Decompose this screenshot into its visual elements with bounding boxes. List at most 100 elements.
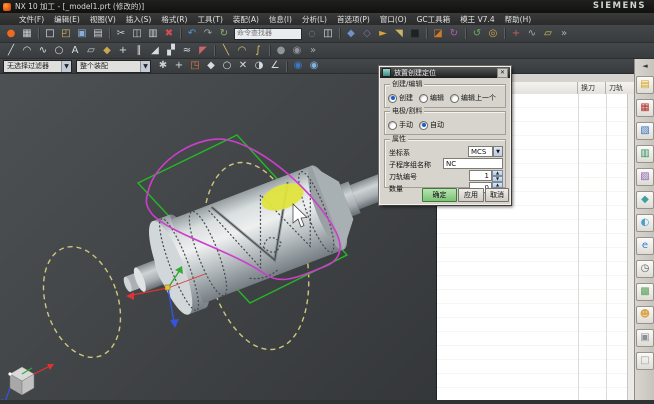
radio-auto[interactable]: 自动 bbox=[419, 120, 444, 130]
snap-midpoint-icon[interactable]: ◆ bbox=[203, 59, 219, 73]
part-model-cam-drum[interactable] bbox=[107, 132, 421, 332]
paste-icon[interactable]: ▥ bbox=[145, 27, 161, 41]
measure-icon[interactable]: ▱ bbox=[540, 27, 556, 41]
machine-tool-view-icon[interactable]: ▨ bbox=[636, 168, 654, 186]
layer-settings-icon[interactable]: ◥ bbox=[391, 27, 407, 41]
resource-bar-pin-icon[interactable]: ◄ bbox=[642, 59, 647, 73]
redo-icon[interactable]: ↷ bbox=[200, 27, 216, 41]
point-tool-icon[interactable]: + bbox=[115, 44, 131, 58]
display-mode-icon[interactable]: ■ bbox=[407, 27, 423, 41]
move-object-icon[interactable]: ◪ bbox=[430, 27, 446, 41]
subprogram-name-input[interactable]: NC bbox=[443, 158, 503, 169]
tool-axis-icon[interactable]: + bbox=[508, 27, 524, 41]
new-file-icon[interactable]: □ bbox=[42, 27, 58, 41]
snap-point-icon[interactable]: + bbox=[171, 59, 187, 73]
constraint-navigator-icon[interactable]: ▦ bbox=[636, 99, 654, 117]
column-toolpath[interactable]: 刀轨 bbox=[606, 82, 633, 94]
wcs-dynamics-icon[interactable]: ◉ bbox=[290, 59, 306, 73]
selection-filter-combo[interactable]: 无选择过滤器 ▼ bbox=[3, 60, 72, 73]
orient-view-icon[interactable]: ► bbox=[375, 27, 391, 41]
assembly-navigator-icon[interactable]: ▤ bbox=[636, 76, 654, 94]
process-studio-icon[interactable]: ▩ bbox=[636, 283, 654, 301]
menu-item[interactable]: 分析(L) bbox=[297, 14, 332, 25]
offset-curve-icon[interactable]: ∥ bbox=[131, 44, 147, 58]
nx-logo-icon[interactable]: ● bbox=[3, 27, 19, 41]
menu-item[interactable]: 格式(R) bbox=[156, 14, 192, 25]
hd3d-tools-icon[interactable]: ◐ bbox=[636, 214, 654, 232]
snap-center-icon[interactable]: ○ bbox=[219, 59, 235, 73]
print-icon[interactable]: ▤ bbox=[90, 27, 106, 41]
circle-tool-icon[interactable]: ○ bbox=[51, 44, 67, 58]
coord-dropdown-arrow-icon[interactable]: ▼ bbox=[493, 146, 503, 157]
copy-icon[interactable]: ◫ bbox=[129, 27, 145, 41]
assembly-view-icon[interactable]: ◇ bbox=[359, 27, 375, 41]
chevron-down-icon[interactable]: ▼ bbox=[61, 61, 71, 72]
tracknum-spinner[interactable]: ▲ ▼ bbox=[492, 170, 503, 181]
operation-navigator-icon[interactable]: ▥ bbox=[636, 145, 654, 163]
ok-button[interactable]: 确定 bbox=[422, 188, 457, 202]
radio-create[interactable]: 创建 bbox=[388, 93, 413, 103]
cut-icon[interactable]: ✂ bbox=[113, 27, 129, 41]
menu-item[interactable]: 编辑(E) bbox=[49, 14, 85, 25]
tracknum-input[interactable]: 1 bbox=[469, 170, 492, 181]
delete-icon[interactable]: ✖ bbox=[161, 27, 177, 41]
reuse-library-icon[interactable]: ◆ bbox=[636, 191, 654, 209]
menu-item[interactable]: 装配(A) bbox=[228, 14, 264, 25]
system-materials-icon[interactable]: ▣ bbox=[636, 329, 654, 347]
selection-scope-combo[interactable]: 整个装配 ▼ bbox=[76, 60, 151, 73]
spline-tool-icon[interactable]: ∿ bbox=[35, 44, 51, 58]
history-icon[interactable]: ◷ bbox=[636, 260, 654, 278]
sketch-arc-icon[interactable]: ◠ bbox=[234, 44, 250, 58]
overflow-chevron-icon[interactable]: » bbox=[305, 44, 321, 58]
simulate-path-icon[interactable]: ∿ bbox=[524, 27, 540, 41]
snap-quadrant-icon[interactable]: ◑ bbox=[251, 59, 267, 73]
snap-settings-icon[interactable]: ✱ bbox=[155, 59, 171, 73]
radio-edit-previous[interactable]: 编辑上一个 bbox=[450, 93, 496, 103]
apply-button[interactable]: 应用 bbox=[458, 188, 484, 202]
web-browser-icon[interactable]: e bbox=[636, 237, 654, 255]
repeat-command-icon[interactable]: ↻ bbox=[216, 27, 232, 41]
sphere-tool-icon[interactable]: ● bbox=[273, 44, 289, 58]
command-finder-search-icon[interactable]: ◌ bbox=[304, 27, 320, 41]
dashed-boundary-ellipse-left[interactable] bbox=[30, 237, 134, 368]
radio-edit[interactable]: 编辑 bbox=[419, 93, 444, 103]
save-icon[interactable]: ▣ bbox=[74, 27, 90, 41]
menu-item[interactable]: 首选项(P) bbox=[332, 14, 375, 25]
cancel-button[interactable]: 取消 bbox=[485, 188, 509, 202]
shell-tool-icon[interactable]: ◉ bbox=[289, 44, 305, 58]
graphics-window[interactable] bbox=[0, 74, 436, 400]
flag-tool-icon[interactable]: ◤ bbox=[195, 44, 211, 58]
arc-tool-icon[interactable]: ◠ bbox=[19, 44, 35, 58]
rotate-view-icon[interactable]: ↻ bbox=[446, 27, 462, 41]
trim-corner-icon[interactable]: ◢ bbox=[147, 44, 163, 58]
line-tool-icon[interactable]: ╱ bbox=[3, 44, 19, 58]
command-finder-input[interactable] bbox=[234, 28, 302, 40]
sketch-spline-icon[interactable]: ∫ bbox=[250, 44, 266, 58]
snap-intersection-icon[interactable]: ✕ bbox=[235, 59, 251, 73]
roles-icon[interactable]: ☻ bbox=[636, 306, 654, 324]
start-menu-icon[interactable]: ▦ bbox=[19, 27, 35, 41]
menu-item[interactable]: GC工具箱 bbox=[412, 14, 456, 25]
part-navigator-icon[interactable]: ▧ bbox=[636, 122, 654, 140]
snap-tangent-icon[interactable]: ∠ bbox=[267, 59, 283, 73]
dialog-title-bar[interactable]: 放置创建定位 ✕ bbox=[380, 67, 510, 78]
text-tool-icon[interactable]: A bbox=[67, 44, 83, 58]
diamond-feature-icon[interactable]: ◆ bbox=[99, 44, 115, 58]
menu-item[interactable]: 信息(I) bbox=[264, 14, 297, 25]
menu-item[interactable]: 窗口(O) bbox=[375, 14, 412, 25]
geometry-connect-icon[interactable]: ◉ bbox=[306, 59, 322, 73]
menu-item[interactable]: 视图(V) bbox=[85, 14, 121, 25]
menu-item[interactable]: 插入(S) bbox=[121, 14, 157, 25]
datum-plane-icon[interactable]: ▱ bbox=[83, 44, 99, 58]
open-file-icon[interactable]: ◰ bbox=[58, 27, 74, 41]
window-layout-icon[interactable]: ◫ bbox=[320, 27, 336, 41]
undo-icon[interactable]: ↶ bbox=[184, 27, 200, 41]
shaded-view-icon[interactable]: ◆ bbox=[343, 27, 359, 41]
menu-item[interactable]: 文件(F) bbox=[14, 14, 49, 25]
radio-manual[interactable]: 手动 bbox=[388, 120, 413, 130]
chevron-down-icon[interactable]: ▼ bbox=[140, 61, 150, 72]
menu-item[interactable]: 工具(T) bbox=[192, 14, 227, 25]
fit-window-icon[interactable]: ◎ bbox=[485, 27, 501, 41]
pattern-tool-icon[interactable]: ▞ bbox=[163, 44, 179, 58]
column-toolchange[interactable]: 换刀 bbox=[578, 82, 606, 94]
